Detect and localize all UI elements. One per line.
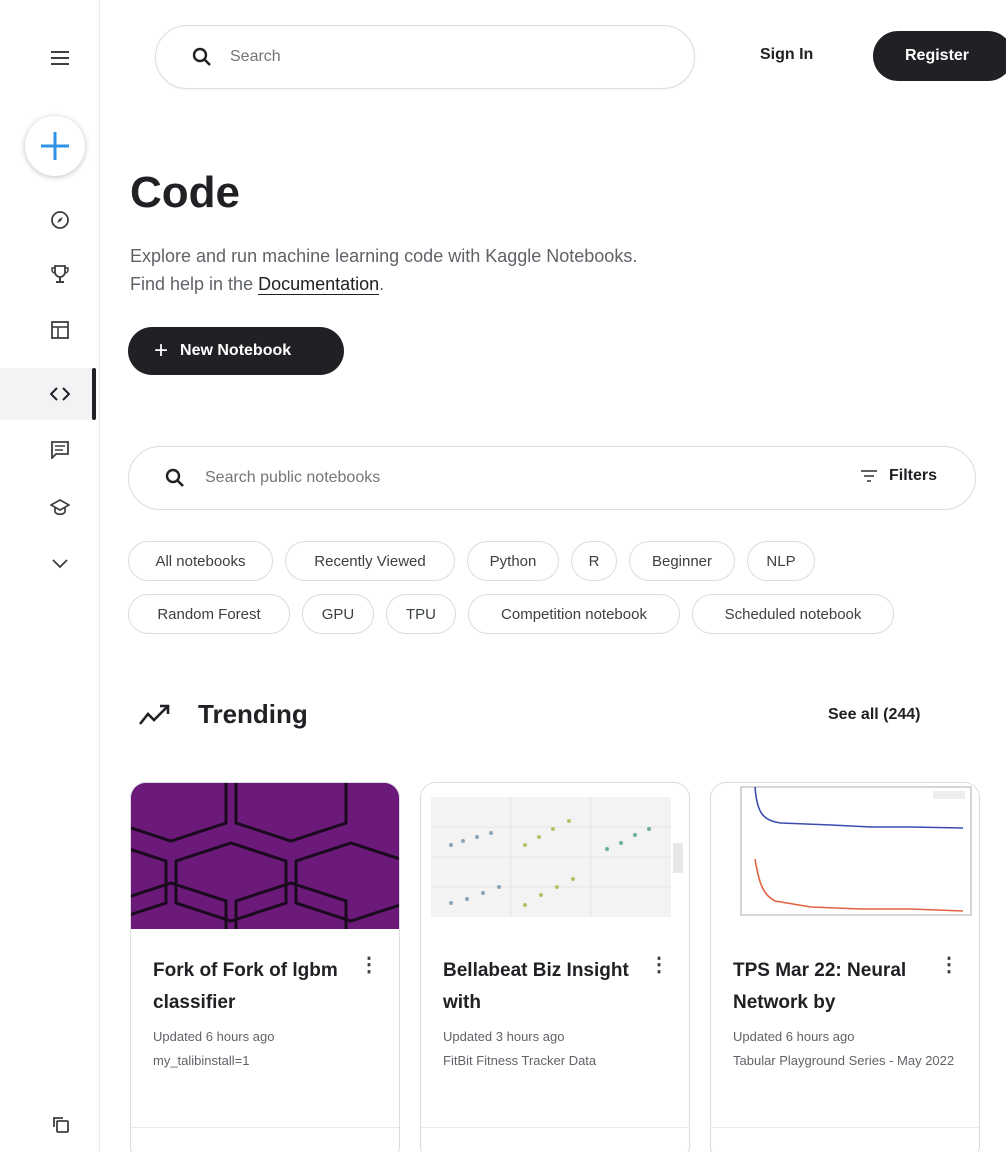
chip-beginner[interactable]: Beginner (629, 541, 735, 581)
menu-icon[interactable] (40, 38, 80, 78)
notebook-card[interactable]: Bellabeat Biz Insight with ⋮ Updated 3 h… (420, 782, 690, 1152)
trending-title: Trending (198, 699, 308, 729)
register-button[interactable]: Register (873, 31, 1006, 81)
search-icon (165, 468, 184, 487)
sidebar-item-code[interactable] (40, 376, 80, 412)
notebook-source[interactable]: Tabular Playground Series - May 2022 (733, 1049, 963, 1073)
chevron-down-icon (52, 559, 68, 569)
sidebar-item-competitions[interactable] (40, 256, 80, 292)
chip-random-forest[interactable]: Random Forest (128, 594, 290, 634)
more-options-icon[interactable]: ⋮ (939, 955, 959, 975)
notebook-updated: Updated 3 hours ago (443, 1029, 565, 1044)
chip-tpu[interactable]: TPU (386, 594, 456, 634)
code-icon (50, 387, 70, 401)
description-line-2: Find help in the Documentation. (130, 270, 637, 298)
new-notebook-label: New Notebook (180, 342, 292, 359)
notebook-title[interactable]: TPS Mar 22: Neural Network by (733, 955, 933, 1019)
description-prefix: Find help in the (130, 274, 259, 294)
notebook-title[interactable]: Fork of Fork of lgbm classifier (153, 955, 353, 1019)
filters-label: Filters (888, 467, 937, 484)
filter-icon (860, 470, 877, 482)
description-line-1: Explore and run machine learning code wi… (130, 246, 638, 266)
notebook-search-bar[interactable]: Filters (128, 446, 976, 510)
comments-icon (51, 441, 69, 459)
filters-button[interactable]: Filters (860, 467, 937, 485)
notebook-updated: Updated 6 hours ago (153, 1029, 275, 1044)
notebook-card[interactable]: Fork of Fork of lgbm classifier ⋮ Update… (130, 782, 400, 1152)
top-search-input[interactable] (230, 48, 630, 66)
sidebar-item-home[interactable] (40, 202, 80, 238)
top-search-bar[interactable] (155, 25, 695, 89)
table-icon (51, 321, 69, 339)
trending-icon (138, 704, 170, 725)
notebook-title[interactable]: Bellabeat Biz Insight with (443, 955, 643, 1019)
trophy-icon (51, 265, 69, 283)
sidebar-item-datasets[interactable] (40, 312, 80, 348)
card-divider (131, 1127, 399, 1128)
notebook-thumbnail (131, 783, 399, 929)
notebook-source[interactable]: my_talibinstall=1 (153, 1049, 383, 1073)
plus-icon: + (154, 337, 169, 364)
compass-icon (51, 211, 69, 229)
notebook-updated: Updated 6 hours ago (733, 1029, 855, 1044)
search-icon (192, 47, 211, 66)
chip-all-notebooks[interactable]: All notebooks (128, 541, 273, 581)
description-suffix: . (379, 274, 385, 294)
sign-in-link[interactable]: Sign In (760, 46, 813, 64)
card-divider (421, 1127, 689, 1128)
page-title: Code (130, 168, 240, 217)
notebook-thumbnail (711, 783, 979, 929)
sidebar-active-indicator (92, 368, 96, 420)
sidebar (0, 0, 100, 1152)
notebook-card[interactable]: TPS Mar 22: Neural Network by ⋮ Updated … (710, 782, 980, 1152)
sidebar-item-more[interactable] (40, 546, 80, 582)
chip-gpu[interactable]: GPU (302, 594, 374, 634)
card-divider (711, 1127, 979, 1128)
chip-competition-notebook[interactable]: Competition notebook (468, 594, 680, 634)
more-options-icon[interactable]: ⋮ (359, 955, 379, 975)
chip-python[interactable]: Python (467, 541, 559, 581)
new-notebook-button[interactable]: + New Notebook (128, 327, 344, 375)
school-icon (50, 499, 70, 516)
sidebar-item-learn[interactable] (40, 490, 80, 526)
plus-icon (41, 132, 69, 160)
more-options-icon[interactable]: ⋮ (649, 955, 669, 975)
copy-icon (53, 1117, 69, 1133)
sidebar-item-discussions[interactable] (40, 432, 80, 468)
notebook-search-input[interactable] (205, 469, 765, 487)
chip-recently-viewed[interactable]: Recently Viewed (285, 541, 455, 581)
notebook-source[interactable]: FitBit Fitness Tracker Data (443, 1049, 673, 1073)
chip-nlp[interactable]: NLP (747, 541, 815, 581)
create-button[interactable] (25, 116, 85, 176)
chip-scheduled-notebook[interactable]: Scheduled notebook (692, 594, 894, 634)
documentation-link[interactable]: Documentation (258, 274, 380, 295)
notebook-thumbnail (421, 783, 689, 929)
see-all-link[interactable]: See all (244) (828, 706, 921, 724)
page-description: Explore and run machine learning code wi… (130, 242, 637, 298)
sidebar-item-your-work[interactable] (40, 1106, 80, 1142)
chip-r[interactable]: R (571, 541, 617, 581)
